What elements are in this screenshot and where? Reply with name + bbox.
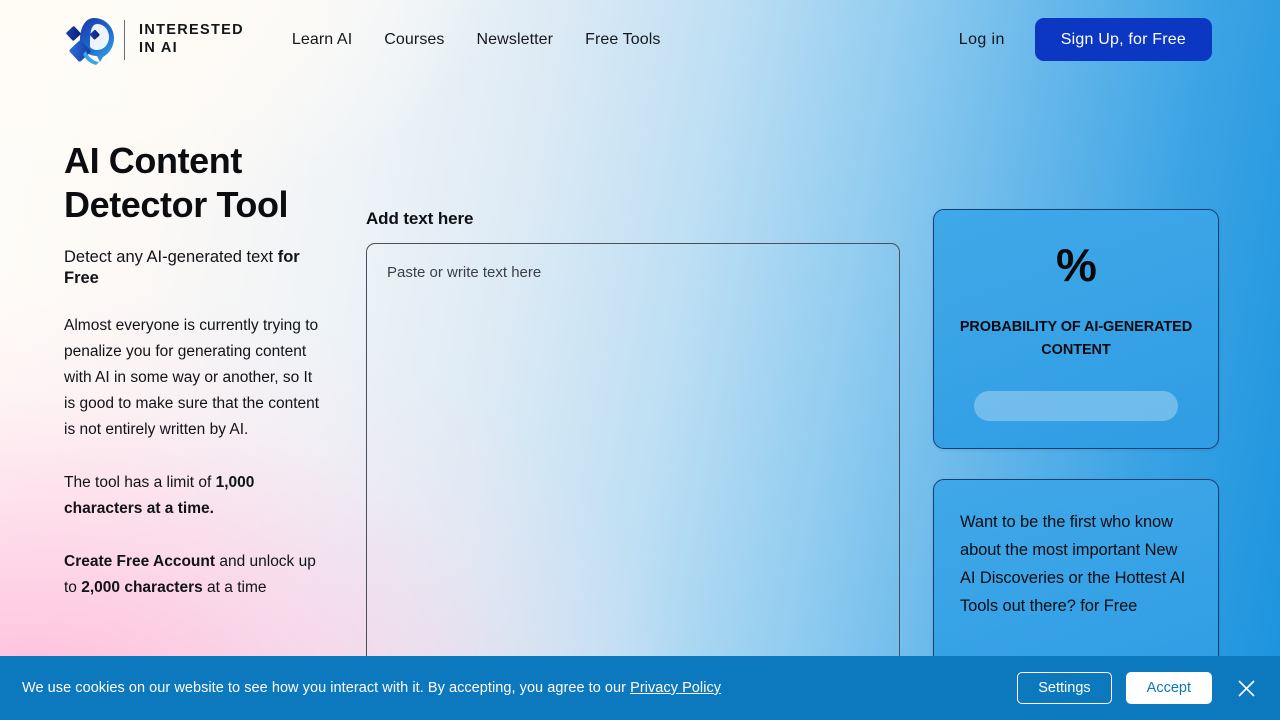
nav-item-free-tools[interactable]: Free Tools — [569, 25, 676, 55]
intro-paragraph-2: The tool has a limit of 1,000 characters… — [64, 470, 320, 522]
nav-item-courses[interactable]: Courses — [368, 25, 460, 55]
probability-caption: PROBABILITY OF AI-GENERATED CONTENT — [959, 319, 1193, 359]
probability-progress-bar — [974, 390, 1178, 421]
probability-card: % PROBABILITY OF AI-GENERATED CONTENT — [933, 209, 1219, 449]
close-icon — [1237, 679, 1255, 697]
site-header: INTERESTED IN AI Learn AI Courses Newsle… — [0, 0, 1280, 79]
main-nav: Learn AI Courses Newsletter Free Tools — [276, 25, 677, 55]
intro-paragraph-3: Create Free Account and unlock up to 2,0… — [64, 549, 320, 601]
cookie-message: We use cookies on our website to see how… — [22, 680, 721, 696]
results-column: % PROBABILITY OF AI-GENERATED CONTENT Wa… — [933, 79, 1219, 720]
signup-button[interactable]: Sign Up, for Free — [1034, 18, 1212, 61]
ai-head-logo-icon — [66, 17, 114, 65]
newsletter-text: Want to be the first who know about the … — [960, 513, 1186, 616]
create-free-account-emphasis: Create Free Account — [64, 553, 216, 571]
cookie-close-button[interactable] — [1232, 674, 1260, 702]
page-root: INTERESTED IN AI Learn AI Courses Newsle… — [0, 0, 1280, 720]
editor-label: Add text here — [366, 209, 474, 228]
main-content: AI Content Detector Tool Detect any AI-g… — [0, 79, 1280, 720]
brand-wordmark: INTERESTED IN AI — [139, 22, 244, 56]
login-link[interactable]: Log in — [959, 31, 1005, 49]
privacy-policy-link[interactable]: Privacy Policy — [630, 680, 721, 696]
cookie-settings-button[interactable]: Settings — [1017, 672, 1112, 704]
intro-paragraph-1: Almost everyone is currently trying to p… — [64, 317, 320, 439]
header-actions: Log in Sign Up, for Free — [959, 18, 1212, 61]
character-limit-emphasis: 2,000 characters — [81, 579, 203, 597]
text-input[interactable] — [366, 243, 900, 720]
cookie-accept-button[interactable]: Accept — [1125, 672, 1212, 704]
page-subtitle-plain: Detect any AI-generated text — [64, 247, 278, 266]
intro-column: AI Content Detector Tool Detect any AI-g… — [64, 79, 320, 720]
probability-value: % — [1056, 239, 1097, 291]
editor-column: Add text here — [366, 79, 904, 720]
intro-paragraph-3-post: at a time — [202, 579, 267, 597]
brand-logo-link[interactable]: INTERESTED IN AI — [64, 15, 244, 65]
nav-item-learn-ai[interactable]: Learn AI — [276, 25, 368, 55]
cookie-message-text: We use cookies on our website to see how… — [22, 680, 631, 696]
page-subtitle: Detect any AI-generated text for Free — [64, 247, 320, 289]
intro-paragraph-2-pre: The tool has a limit of — [64, 474, 216, 492]
brand-divider — [124, 19, 125, 60]
cookie-banner: We use cookies on our website to see how… — [0, 656, 1280, 720]
cookie-actions: Settings Accept — [1017, 672, 1260, 704]
page-title: AI Content Detector Tool — [64, 140, 289, 225]
nav-item-newsletter[interactable]: Newsletter — [461, 25, 570, 55]
